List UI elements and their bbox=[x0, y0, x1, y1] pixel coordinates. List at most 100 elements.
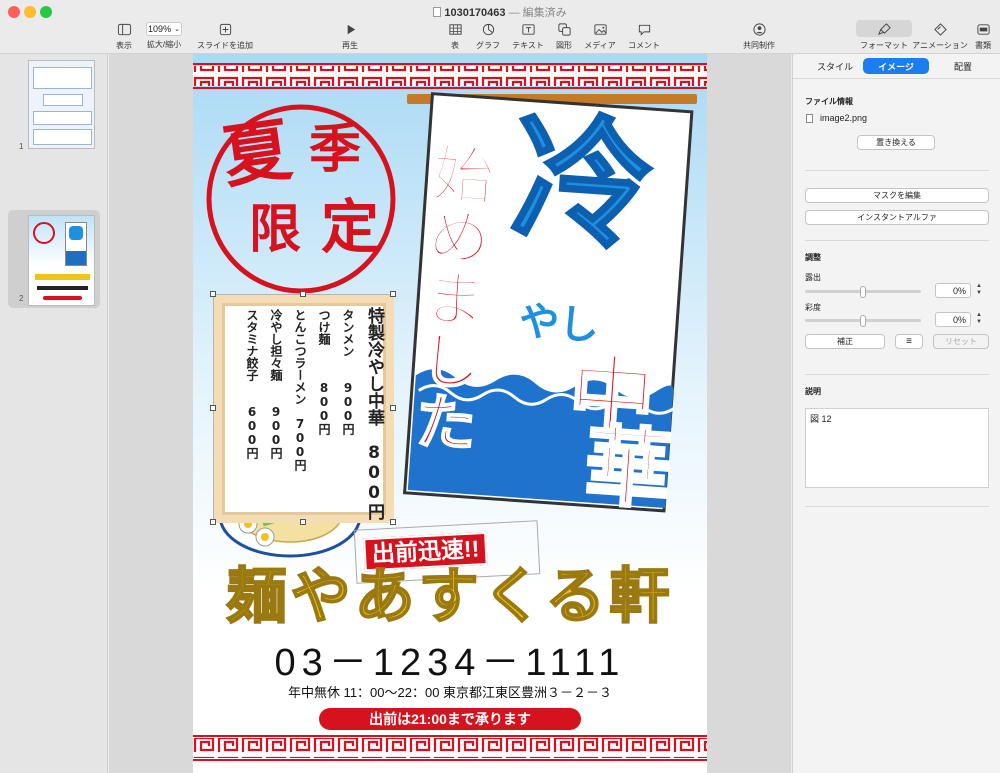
exposure-field[interactable]: 0% bbox=[935, 283, 971, 298]
selection-handle[interactable] bbox=[390, 405, 396, 411]
levels-menu-button[interactable]: ≡ bbox=[895, 334, 923, 349]
collaborate-icon bbox=[752, 23, 766, 36]
badge-char-season: 季 bbox=[309, 119, 362, 180]
animate-button[interactable]: アニメーション bbox=[912, 22, 968, 52]
reset-button[interactable]: リセット bbox=[933, 334, 989, 349]
file-icon bbox=[806, 114, 813, 123]
phone-number: 03－1234－1111 bbox=[274, 642, 626, 684]
saturation-slider-knob[interactable] bbox=[860, 315, 866, 327]
sidebar-icon bbox=[117, 23, 131, 36]
comment-button[interactable]: コメント bbox=[626, 22, 662, 52]
instant-alpha-button[interactable]: インスタントアルファ bbox=[805, 210, 989, 225]
comment-label: コメント bbox=[628, 41, 660, 50]
enhance-button[interactable]: 補正 bbox=[805, 334, 885, 349]
tab-style[interactable]: スタイル bbox=[805, 58, 865, 74]
zoom-select[interactable]: 109% ⌄ bbox=[146, 22, 182, 36]
text-button[interactable]: テキスト bbox=[510, 22, 546, 52]
menu-item-name: スタミナ餃子 bbox=[245, 309, 259, 381]
thumbnail-banner-wave bbox=[66, 251, 86, 265]
slide-thumbnail-1[interactable] bbox=[28, 60, 95, 149]
section-divider bbox=[805, 170, 989, 171]
table-label: 表 bbox=[451, 41, 459, 50]
poster-slide[interactable]: 夏 季 限 定 冷 やし 中 華 始めました 特製冷やし中華 800円 タンメン… bbox=[193, 54, 707, 773]
banner-chuka-2: 華 bbox=[580, 417, 675, 522]
menu-panel[interactable]: 特製冷やし中華 800円 タンメン 900円 つけ麺 800円 とんこつラーメン… bbox=[213, 294, 394, 523]
comment-icon bbox=[638, 24, 650, 36]
badge-char-summer: 夏 bbox=[217, 109, 297, 199]
selection-handle[interactable] bbox=[390, 291, 396, 297]
selection-handle[interactable] bbox=[300, 519, 306, 525]
bottom-meander-border bbox=[193, 738, 707, 758]
add-slide-button[interactable]: スライドを追加 bbox=[196, 22, 254, 52]
paintbrush-icon bbox=[877, 23, 891, 36]
exposure-slider-knob[interactable] bbox=[860, 286, 866, 298]
selection-handle[interactable] bbox=[390, 519, 396, 525]
thumbnail-block bbox=[33, 67, 92, 89]
saturation-field[interactable]: 0% bbox=[935, 312, 971, 327]
thumbnail-block bbox=[33, 111, 92, 125]
tab-divider bbox=[793, 78, 1000, 79]
slide-canvas[interactable]: 夏 季 限 定 冷 やし 中 華 始めました 特製冷やし中華 800円 タンメン… bbox=[109, 54, 791, 773]
menu-item-price: 800円 bbox=[364, 443, 384, 520]
keynote-window: 1030170463 — 編集済み 表示 109% ⌄ 拡大/縮小 スライドを追加… bbox=[0, 0, 1000, 773]
text-label: テキスト bbox=[512, 41, 544, 50]
title-separator: — bbox=[508, 7, 520, 19]
zoom-control[interactable]: 109% ⌄ 拡大/縮小 bbox=[142, 22, 186, 52]
table-button[interactable]: 表 bbox=[444, 22, 466, 52]
section-divider bbox=[805, 240, 989, 241]
menu-item: 冷やし担々麺 900円 bbox=[269, 309, 283, 459]
menu-item-name: 特製冷やし中華 bbox=[364, 307, 384, 426]
chevron-down-icon: ⌄ bbox=[174, 26, 180, 33]
play-label: 再生 bbox=[342, 41, 358, 50]
add-slide-icon bbox=[219, 23, 231, 36]
tab-image[interactable]: イメージ bbox=[863, 58, 929, 74]
file-info-title: ファイル情報 bbox=[805, 97, 853, 106]
exposure-stepper[interactable]: ▲ ▼ bbox=[975, 283, 983, 298]
slide-number: 2 bbox=[19, 294, 24, 303]
banner-yashi-text: やし bbox=[517, 299, 601, 349]
exposure-label: 露出 bbox=[805, 273, 821, 282]
media-button[interactable]: メディア bbox=[582, 22, 618, 52]
menu-item-name: 冷やし担々麺 bbox=[269, 309, 283, 381]
collaborate-button[interactable]: 共同制作 bbox=[740, 22, 778, 52]
zoom-value: 109% bbox=[148, 24, 172, 34]
format-button[interactable]: フォーマット bbox=[856, 22, 912, 52]
menu-item: 特製冷やし中華 800円 bbox=[364, 307, 384, 520]
shop-name: 麺やあすくる軒 bbox=[226, 563, 674, 631]
selection-handle[interactable] bbox=[300, 291, 306, 297]
format-inspector: スタイル イメージ 配置 ファイル情報 image2.png 置き換える マスク… bbox=[792, 54, 1000, 773]
banner-main-char: 冷 bbox=[506, 99, 660, 268]
description-title: 説明 bbox=[805, 387, 821, 396]
shape-button[interactable]: 図形 bbox=[552, 22, 576, 52]
thumbnail-shop-name bbox=[35, 274, 90, 280]
menu-item-name: つけ麺 bbox=[317, 309, 331, 345]
description-field[interactable]: 図 12 bbox=[805, 408, 989, 488]
replace-button[interactable]: 置き換える bbox=[857, 135, 935, 150]
chart-icon bbox=[482, 23, 494, 36]
document-button[interactable]: 書類 bbox=[970, 22, 996, 52]
chart-button[interactable]: グラフ bbox=[474, 22, 502, 52]
selection-handle[interactable] bbox=[210, 519, 216, 525]
selection-handle[interactable] bbox=[210, 291, 216, 297]
selection-handle[interactable] bbox=[210, 405, 216, 411]
format-label: フォーマット bbox=[860, 41, 908, 50]
zoom-label: 拡大/縮小 bbox=[146, 40, 182, 49]
play-button[interactable]: 再生 bbox=[336, 22, 364, 52]
menu-item-price: 900円 bbox=[341, 381, 355, 435]
saturation-stepper[interactable]: ▲ ▼ bbox=[975, 312, 983, 327]
list-icon: ≡ bbox=[906, 336, 912, 347]
menu-item: タンメン 900円 bbox=[341, 309, 355, 435]
tab-arrange[interactable]: 配置 bbox=[933, 58, 993, 74]
thumbnail-phone bbox=[37, 286, 88, 290]
document-status: 編集済み bbox=[522, 7, 567, 19]
shape-label: 図形 bbox=[556, 41, 572, 50]
edit-mask-button[interactable]: マスクを編集 bbox=[805, 188, 989, 203]
menu-item: スタミナ餃子 600円 bbox=[245, 309, 259, 459]
delivery-note: 出前は21:00まで承ります bbox=[369, 711, 531, 727]
photo-icon bbox=[593, 24, 607, 35]
diamond-icon bbox=[933, 23, 947, 36]
thumbnail-banner-mark bbox=[69, 226, 83, 240]
view-button[interactable]: 表示 bbox=[110, 22, 138, 52]
document-icon bbox=[976, 24, 990, 35]
slide-thumbnail-2[interactable] bbox=[28, 215, 95, 306]
